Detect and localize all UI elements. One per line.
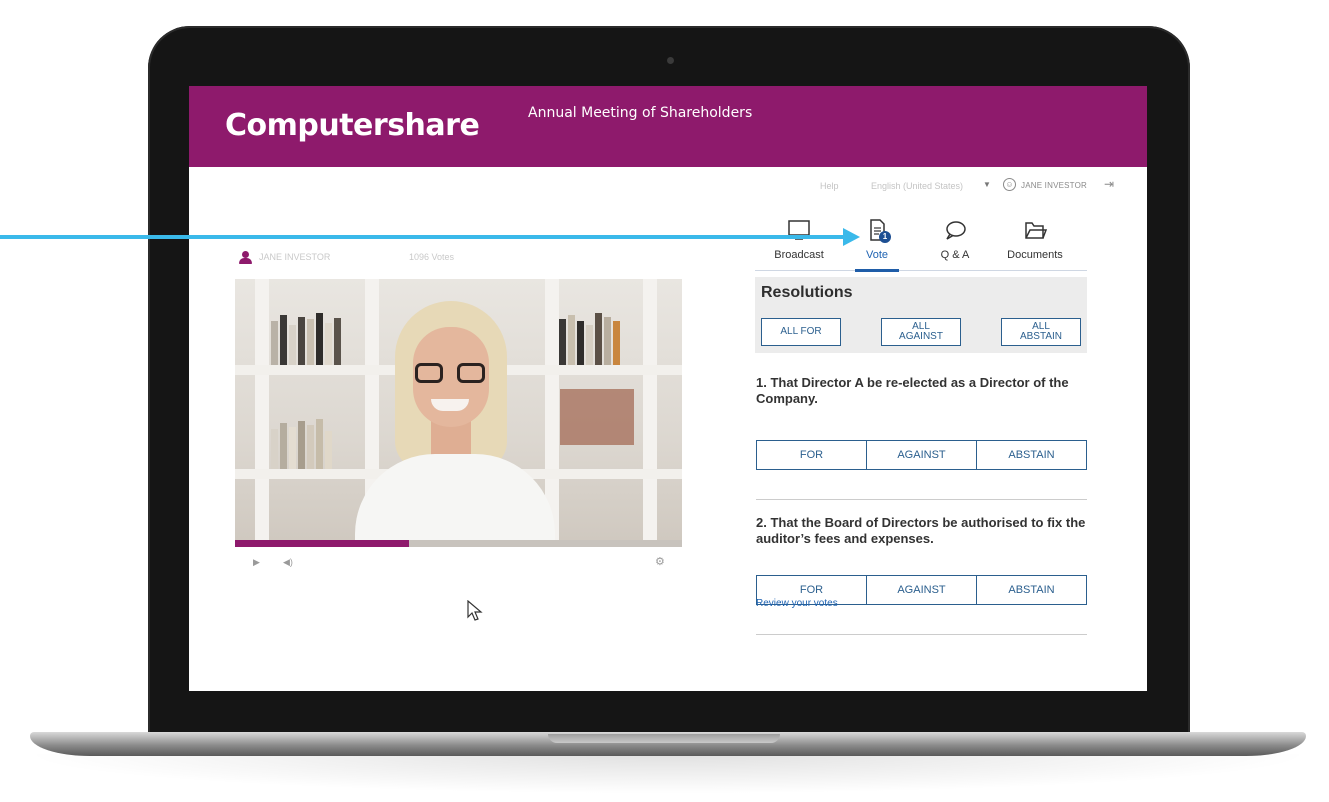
play-icon[interactable]: ▶ — [253, 557, 260, 568]
user-name[interactable]: JANE INVESTOR — [1021, 181, 1087, 190]
tab-bar: Broadcast 1 Vote Q & A Documents — [755, 219, 1087, 272]
tab-qa[interactable]: Q & A — [911, 219, 999, 271]
resolutions-header: Resolutions ALL FOR ALL AGAINST ALL ABSTAI… — [755, 277, 1087, 353]
books — [271, 417, 361, 469]
app-header: Computershare Annual Meeting of Sharehol… — [189, 86, 1147, 167]
glasses — [415, 363, 443, 383]
tab-broadcast-label: Broadcast — [774, 249, 824, 261]
brick-wall — [560, 389, 634, 445]
speech-bubble-icon — [946, 221, 966, 240]
caret-down-icon[interactable]: ▼ — [983, 180, 991, 189]
monitor-icon — [788, 220, 810, 240]
resolution-1-for-button[interactable]: FOR — [757, 441, 867, 469]
divider — [756, 499, 1087, 500]
all-abstain-button[interactable]: ALL ABSTAIN — [1001, 318, 1081, 346]
video-progress-bar[interactable] — [235, 540, 682, 547]
broadcast-video[interactable] — [235, 279, 682, 547]
votes-count: 1096 Votes — [409, 252, 455, 262]
webcam — [667, 57, 674, 64]
voting-panel: Broadcast 1 Vote Q & A Documents Resolut… — [755, 211, 1087, 691]
meeting-title: Annual Meeting of Shareholders — [528, 105, 753, 121]
resolution-2-abstain-button[interactable]: ABSTAIN — [977, 576, 1086, 604]
books — [271, 313, 361, 365]
top-utility-bar: Help English (United States) ▼ ☺ JANE IN… — [189, 167, 1147, 211]
resolution-2-text: 2. That the Board of Directors be author… — [756, 515, 1086, 546]
smile — [431, 399, 469, 411]
mouse-cursor-icon — [467, 600, 483, 621]
presenter-name: JANE INVESTOR — [259, 252, 331, 262]
shelf-post — [255, 279, 269, 547]
resolution-2-against-button[interactable]: AGAINST — [867, 576, 977, 604]
settings-icon[interactable]: ⚙ — [655, 555, 665, 568]
help-link[interactable]: Help — [820, 181, 839, 191]
tab-qa-label: Q & A — [940, 249, 970, 261]
person-icon — [239, 251, 252, 264]
video-progress-fill — [235, 540, 410, 547]
divider — [756, 634, 1087, 635]
tab-broadcast[interactable]: Broadcast — [755, 219, 843, 271]
callout-arrow-line — [0, 235, 845, 239]
laptop-shadow — [20, 754, 1316, 794]
callout-arrow-head — [843, 228, 860, 246]
presenter-shirt — [355, 454, 555, 547]
glasses — [457, 363, 485, 383]
language-selector[interactable]: English (United States) — [871, 181, 963, 191]
tab-vote-label: Vote — [865, 249, 889, 261]
resolution-1-abstain-button[interactable]: ABSTAIN — [977, 441, 1086, 469]
review-votes-link[interactable]: Review your votes — [756, 598, 838, 609]
shelf-post — [643, 279, 657, 547]
tab-documents[interactable]: Documents — [991, 219, 1079, 271]
vote-count-badge: 1 — [879, 231, 891, 243]
all-against-button[interactable]: ALL AGAINST — [881, 318, 961, 346]
logout-icon[interactable]: ⇥ — [1104, 177, 1114, 191]
folder-icon — [1025, 222, 1048, 239]
laptop-notch — [548, 734, 780, 743]
all-for-button[interactable]: ALL FOR — [761, 318, 841, 346]
resolutions-title: Resolutions — [761, 284, 853, 301]
resolution-1-against-button[interactable]: AGAINST — [867, 441, 977, 469]
volume-icon[interactable]: ◀) — [283, 557, 293, 568]
computershare-logo: Computershare — [225, 108, 480, 143]
resolution-1-text: 1. That Director A be re-elected as a Di… — [756, 375, 1069, 406]
tab-documents-label: Documents — [1007, 249, 1063, 261]
user-circle-icon: ☺ — [1003, 178, 1016, 191]
screen: Computershare Annual Meeting of Sharehol… — [189, 86, 1147, 691]
resolution-1-vote-group: FOR AGAINST ABSTAIN — [756, 440, 1087, 470]
books — [559, 313, 643, 365]
